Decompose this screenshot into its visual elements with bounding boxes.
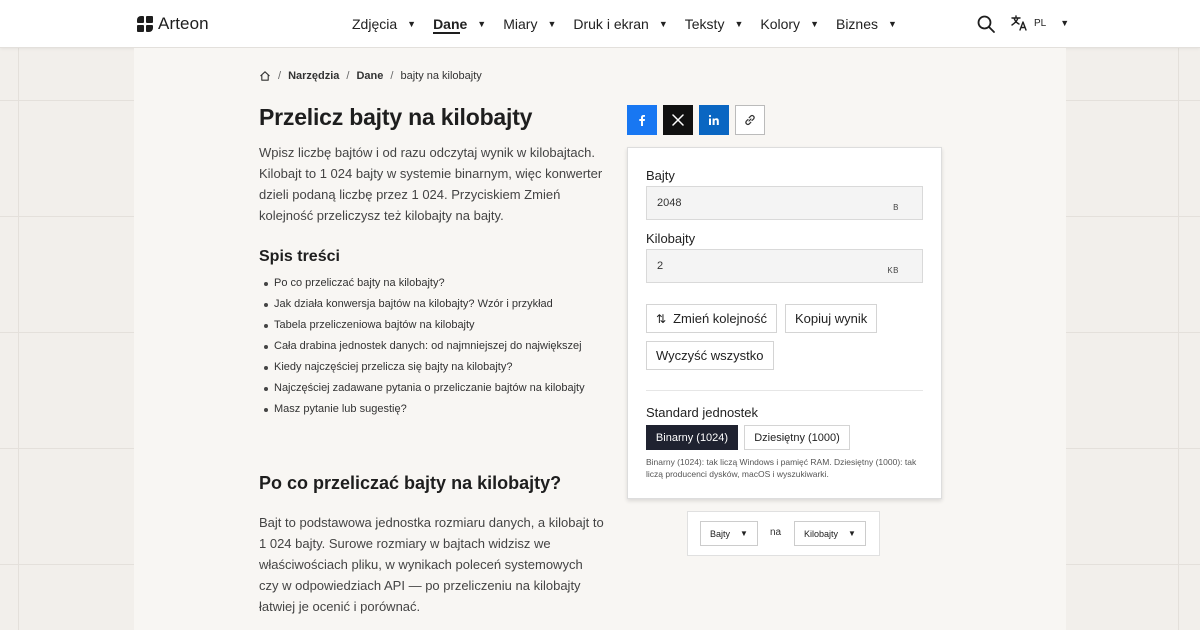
swap-order-label: Zmień kolejność bbox=[673, 311, 767, 326]
nav-label: Zdjęcia bbox=[352, 16, 398, 32]
share-linkedin-button[interactable] bbox=[699, 105, 729, 135]
facebook-icon bbox=[639, 115, 645, 126]
nav-item-zdjecia[interactable]: Zdjęcia ▼ bbox=[352, 0, 416, 48]
nav-label: Dane bbox=[433, 16, 468, 32]
chevron-down-icon: ▼ bbox=[407, 19, 417, 29]
bytes-unit: B bbox=[893, 203, 899, 212]
breadcrumb: / Narzędzia / Dane / bajty na kilobajty bbox=[259, 70, 482, 82]
output-label: Kilobajty bbox=[646, 231, 696, 246]
toc-link[interactable]: Masz pytanie lub sugestię? bbox=[264, 403, 585, 424]
breadcrumb-current: bajty na kilobajty bbox=[400, 70, 482, 82]
share-facebook-button[interactable] bbox=[627, 105, 657, 135]
nav-item-dane[interactable]: Dane ▼ bbox=[433, 0, 486, 48]
intro-text: Wpisz liczbę bajtów i od razu odczytaj w… bbox=[259, 145, 603, 223]
toc-link[interactable]: Po co przeliczać bajty na kilobajty? bbox=[264, 277, 585, 298]
toc-title: Spis treści bbox=[259, 248, 340, 265]
logo-mark-icon bbox=[137, 16, 153, 32]
chevron-down-icon: ▼ bbox=[1060, 18, 1070, 28]
from-unit-value: Bajty bbox=[710, 528, 731, 539]
search-icon bbox=[977, 15, 995, 33]
language-selector[interactable]: PL ▼ bbox=[1010, 14, 1069, 32]
panel-divider bbox=[646, 390, 923, 391]
kilobytes-output[interactable]: 2 KB bbox=[646, 249, 923, 283]
chevron-down-icon: ▼ bbox=[810, 19, 819, 29]
page-title: Przelicz bajty na kilobajty bbox=[259, 104, 533, 130]
nav-item-druk-i-ekran[interactable]: Druk i ekran ▼ bbox=[573, 0, 667, 48]
top-navigation-bar: Arteon Zdjęcia ▼ Dane ▼ Miary ▼ Druk i e… bbox=[0, 0, 1200, 48]
share-x-button[interactable] bbox=[663, 105, 693, 135]
brand-logo[interactable]: Arteon bbox=[137, 14, 209, 34]
bytes-input[interactable]: 2048 B bbox=[646, 186, 923, 220]
chevron-down-icon: ▼ bbox=[658, 19, 668, 29]
standard-label: Standard jednostek bbox=[646, 405, 759, 420]
nav-item-miary[interactable]: Miary ▼ bbox=[503, 0, 556, 48]
nav-item-kolory[interactable]: Kolory ▼ bbox=[760, 0, 819, 48]
breadcrumb-link-narzedzia[interactable]: Narzędzia bbox=[288, 70, 339, 82]
nav-label: Miary bbox=[503, 16, 538, 32]
to-unit-value: Kilobajty bbox=[804, 528, 839, 539]
unit-connector: na bbox=[770, 527, 782, 538]
input-label: Bajty bbox=[646, 168, 675, 183]
unit-picker: Bajty ▼ na Kilobajty ▼ bbox=[687, 511, 880, 556]
toc-link[interactable]: Cała drabina jednostek danych: od najmni… bbox=[264, 340, 585, 361]
nav-item-biznes[interactable]: Biznes ▼ bbox=[836, 0, 897, 48]
copy-link-button[interactable] bbox=[735, 105, 765, 135]
home-icon[interactable] bbox=[259, 70, 271, 82]
linkedin-icon bbox=[708, 114, 719, 125]
brand-name: Arteon bbox=[158, 14, 209, 33]
toc-link[interactable]: Jak działa konwersja bajtów na kilobajty… bbox=[264, 298, 585, 319]
clear-all-label: Wyczyść wszystko bbox=[656, 348, 764, 363]
chevron-down-icon: ▼ bbox=[734, 19, 744, 29]
breadcrumb-link-dane[interactable]: Dane bbox=[356, 70, 383, 82]
swap-arrows-icon: ⇅ bbox=[656, 311, 667, 326]
swap-order-button[interactable]: ⇅ Zmień kolejność bbox=[646, 304, 777, 333]
bytes-input-value: 2048 bbox=[657, 197, 682, 209]
standard-decimal-option[interactable]: Dziesiętny (1000) bbox=[744, 425, 850, 450]
toc-link[interactable]: Kiedy najczęściej przelicza się bajty na… bbox=[264, 361, 585, 382]
converter-panel: Bajty 2048 B Kilobajty 2 KB ⇅ Zmień kole… bbox=[627, 147, 942, 499]
translate-icon bbox=[1011, 15, 1027, 31]
breadcrumb-separator: / bbox=[278, 70, 282, 82]
link-icon bbox=[745, 115, 755, 125]
chevron-down-icon: ▼ bbox=[848, 529, 856, 538]
nav-label: Teksty bbox=[684, 16, 725, 32]
toc-link[interactable]: Najczęściej zadawane pytania o przelicza… bbox=[264, 382, 585, 403]
main-nav: Zdjęcia ▼ Dane ▼ Miary ▼ Druk i ekran ▼ … bbox=[352, 0, 914, 48]
nav-label: Kolory bbox=[760, 16, 801, 32]
section-heading: Po co przeliczać bajty na kilobajty? bbox=[259, 473, 562, 493]
kilobytes-unit: KB bbox=[887, 266, 899, 275]
table-of-contents: Po co przeliczać bajty na kilobajty? Jak… bbox=[264, 277, 585, 424]
chevron-down-icon: ▼ bbox=[547, 19, 557, 29]
chevron-down-icon: ▼ bbox=[740, 529, 748, 538]
standard-note: Binarny (1024): tak liczą Windows i pami… bbox=[646, 457, 917, 479]
copy-result-button[interactable]: Kopiuj wynik bbox=[785, 304, 878, 333]
breadcrumb-separator: / bbox=[390, 70, 394, 82]
nav-label: Druk i ekran bbox=[573, 16, 649, 32]
from-unit-select[interactable]: Bajty ▼ bbox=[700, 521, 758, 546]
breadcrumb-separator: / bbox=[346, 70, 350, 82]
standard-binary-option[interactable]: Binarny (1024) bbox=[646, 425, 738, 450]
language-code: PL bbox=[1034, 17, 1047, 29]
x-icon bbox=[672, 114, 684, 126]
to-unit-select[interactable]: Kilobajty ▼ bbox=[794, 521, 866, 546]
copy-result-label: Kopiuj wynik bbox=[795, 311, 868, 326]
toc-link[interactable]: Tabela przeliczeniowa bajtów na kilobajt… bbox=[264, 319, 585, 340]
nav-label: Biznes bbox=[835, 16, 879, 32]
content-card: / Narzędzia / Dane / bajty na kilobajty … bbox=[134, 48, 1066, 630]
clear-all-button[interactable]: Wyczyść wszystko bbox=[646, 341, 774, 370]
nav-item-teksty[interactable]: Teksty ▼ bbox=[685, 0, 744, 48]
chevron-down-icon: ▼ bbox=[477, 19, 487, 29]
kilobytes-output-value: 2 bbox=[657, 260, 664, 272]
share-bar bbox=[627, 105, 765, 135]
section-text: Bajt to podstawowa jednostka rozmiaru da… bbox=[259, 515, 604, 614]
search-button[interactable] bbox=[976, 14, 996, 34]
chevron-down-icon: ▼ bbox=[888, 19, 897, 29]
